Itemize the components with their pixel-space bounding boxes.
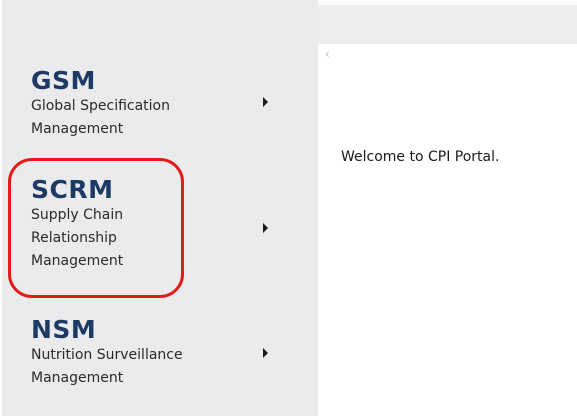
nav-item-gsm-description: Global Specification Management (31, 98, 170, 137)
nav-item-nsm[interactable]: NSM Nutrition Surveillance Management (31, 316, 301, 390)
nav-item-gsm-title: GSM (31, 66, 96, 95)
main-content (318, 44, 577, 416)
collapse-sidebar-icon[interactable]: ‹ (325, 47, 330, 61)
nav-item-gsm[interactable]: GSM Global Specification Management (31, 67, 301, 141)
nav-item-scrm-description: Supply Chain Relationship Management (31, 207, 124, 269)
chevron-right-icon[interactable] (263, 223, 268, 233)
sidebar-edge (0, 0, 2, 416)
nav-item-nsm-description: Nutrition Surveillance Management (31, 347, 183, 386)
nav-item-scrm[interactable]: SCRM Supply Chain Relationship Managemen… (31, 176, 301, 273)
chevron-right-icon[interactable] (263, 348, 268, 358)
chevron-right-icon[interactable] (263, 97, 268, 107)
welcome-message: Welcome to CPI Portal. (341, 149, 500, 165)
nav-item-scrm-title: SCRM (31, 175, 114, 204)
nav-item-nsm-title: NSM (31, 315, 97, 344)
